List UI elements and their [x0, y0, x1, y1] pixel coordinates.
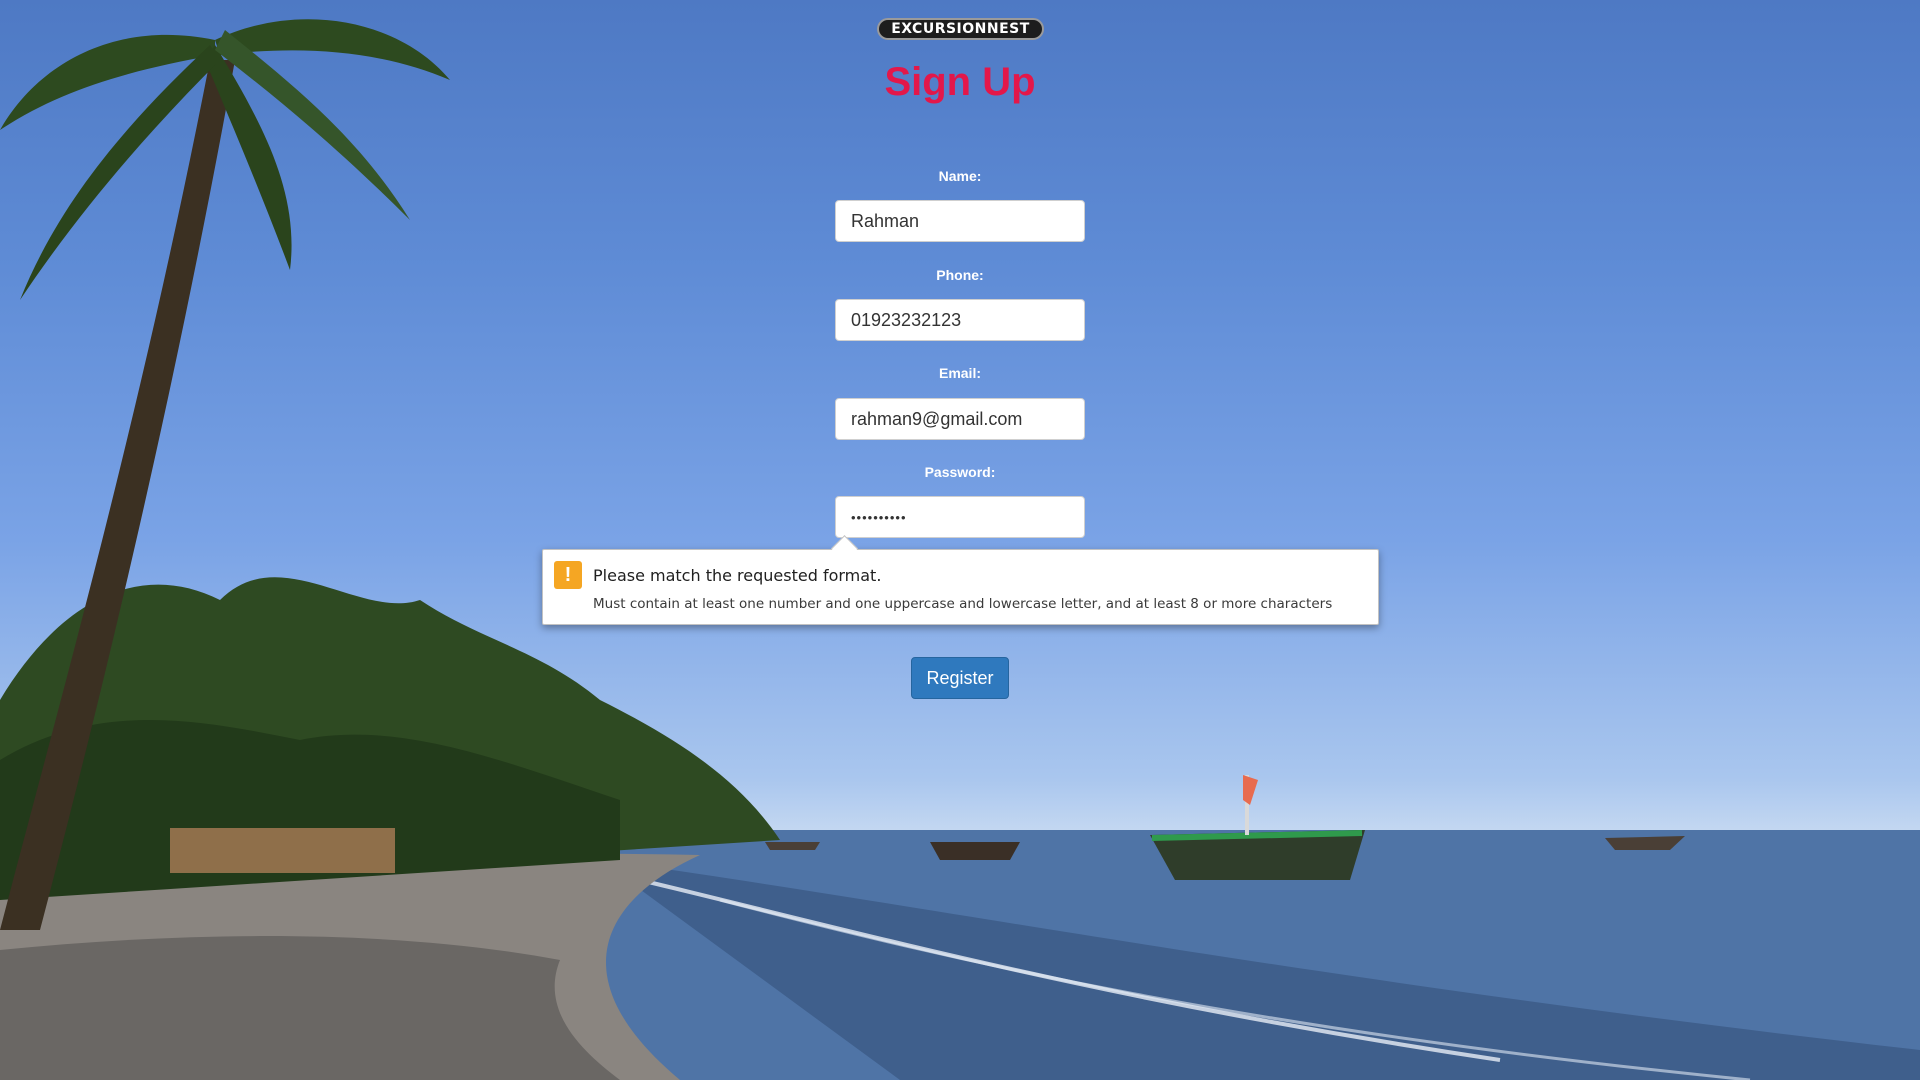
validation-message: Please match the requested format. — [593, 566, 882, 585]
email-label: Email: — [938, 365, 981, 381]
page-title: Sign Up — [884, 60, 1036, 104]
email-input[interactable] — [835, 398, 1085, 440]
register-button[interactable]: Register — [911, 657, 1009, 699]
phone-input[interactable] — [835, 299, 1085, 341]
warning-icon: ! — [554, 561, 582, 589]
name-label: Name: — [938, 168, 982, 184]
password-input[interactable] — [835, 496, 1085, 538]
beach-background-image — [0, 19, 1920, 1080]
excursionnest-logo: EXCURSIONNEST — [877, 18, 1044, 40]
validation-detail: Must contain at least one number and one… — [593, 596, 1333, 612]
name-input[interactable] — [835, 200, 1085, 242]
password-label: Password: — [924, 464, 996, 480]
phone-label: Phone: — [936, 267, 984, 283]
signup-page: EXCURSIONNEST Sign Up Name: Phone: Email… — [0, 0, 1920, 1080]
validation-tooltip: ! Please match the requested format. Mus… — [542, 535, 1379, 625]
